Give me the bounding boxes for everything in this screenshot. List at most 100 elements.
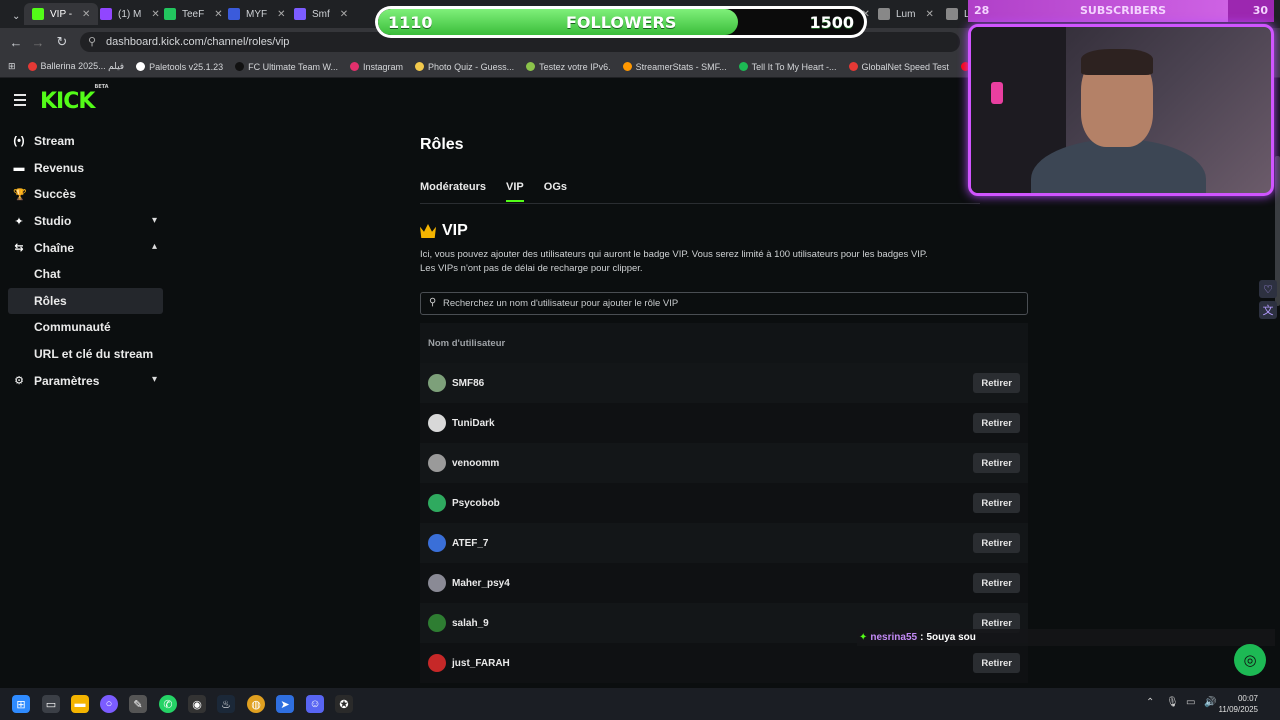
table-row: just_FARAH Retirer bbox=[420, 643, 1028, 683]
bookmark-item[interactable]: StreamerStats - SMF... bbox=[617, 61, 733, 72]
remove-vip-button[interactable]: Retirer bbox=[973, 373, 1020, 393]
sidebar-item-label: Chat bbox=[34, 267, 61, 282]
bookmark-item[interactable]: Testez votre IPv6. bbox=[520, 61, 617, 72]
close-icon[interactable]: ✕ bbox=[277, 9, 285, 20]
menu-icon[interactable] bbox=[14, 94, 28, 106]
app-blue-icon[interactable]: ➤ bbox=[276, 695, 294, 713]
kick-logo[interactable]: KICKBETA bbox=[40, 84, 109, 114]
table-row: venoomm Retirer bbox=[420, 443, 1028, 483]
tray-chevron-icon[interactable]: ⌃ bbox=[1146, 697, 1154, 708]
sidebar-item-param-tres[interactable]: ⚙ Paramètres ▾ bbox=[8, 367, 163, 394]
vip-description: Ici, vous pouvez ajouter des utilisateur… bbox=[420, 249, 928, 274]
remove-vip-button[interactable]: Retirer bbox=[973, 413, 1020, 433]
sidebar-item-studio[interactable]: ✦ Studio ▾ bbox=[8, 208, 163, 235]
sidebar-item-cha-ne[interactable]: ⇆ Chaîne ▴ bbox=[8, 234, 163, 261]
bookmark-item[interactable]: GlobalNet Speed Test bbox=[843, 61, 955, 72]
remove-vip-button[interactable]: Retirer bbox=[973, 453, 1020, 473]
table-row: TuniDark Retirer bbox=[420, 403, 1028, 443]
remove-vip-button[interactable]: Retirer bbox=[973, 653, 1020, 673]
site-info-icon[interactable]: ⚲ bbox=[88, 35, 96, 48]
browser-tab[interactable]: Smf ✕ bbox=[286, 3, 356, 25]
username: venoomm bbox=[452, 457, 500, 469]
mic-icon[interactable]: 🎙 bbox=[1166, 697, 1179, 708]
tab-label: Smf bbox=[312, 8, 330, 20]
chevron-up-icon[interactable]: ▴ bbox=[152, 241, 157, 252]
subscribers-goal-bar: 28 SUBSCRIBERS 30 bbox=[968, 0, 1274, 22]
bookmark-item[interactable]: Instagram bbox=[344, 61, 409, 72]
extension-icon[interactable]: ♡ bbox=[1259, 280, 1277, 298]
sidebar-item-label: Chaîne bbox=[34, 240, 75, 255]
followers-label: FOLLOWERS bbox=[566, 13, 677, 32]
bookmark-item[interactable]: Tell It To My Heart -... bbox=[733, 61, 843, 72]
chevron-down-icon[interactable]: ▾ bbox=[152, 215, 157, 226]
windows-start-icon[interactable]: ⊞ bbox=[12, 695, 30, 713]
vip-search-input[interactable]: ⚲ Recherchez un nom d'utilisateur pour a… bbox=[420, 292, 1028, 315]
channel-icon: ⇆ bbox=[14, 242, 24, 255]
sidebar-item-succ-s[interactable]: 🏆 Succès bbox=[8, 181, 163, 208]
avatar bbox=[428, 414, 446, 432]
sidebar-item-label: Revenus bbox=[34, 160, 85, 175]
avatar bbox=[428, 374, 446, 392]
sidebar-item-r-les[interactable]: Rôles bbox=[8, 287, 163, 315]
remove-vip-button[interactable]: Retirer bbox=[973, 493, 1020, 513]
tab-vip[interactable]: VIP bbox=[506, 181, 524, 202]
chrome-icon[interactable]: ◍ bbox=[247, 695, 265, 713]
system-clock[interactable]: 00:07 11/09/2025 bbox=[1219, 693, 1258, 715]
discord-icon[interactable]: ☺ bbox=[306, 695, 324, 713]
whatsapp-icon[interactable]: ✆ bbox=[159, 695, 177, 713]
support-chat-button[interactable]: ◎ bbox=[1234, 644, 1266, 676]
subscribers-label: SUBSCRIBERS bbox=[1080, 4, 1167, 17]
obs-icon[interactable]: ◉ bbox=[188, 695, 206, 713]
close-icon[interactable]: ✕ bbox=[82, 9, 90, 20]
sidebar-item-stream[interactable]: (•) Stream bbox=[8, 128, 163, 155]
sidebar-item-chat[interactable]: Chat bbox=[8, 261, 163, 288]
chevron-down-icon[interactable]: ▾ bbox=[152, 374, 157, 385]
username: salah_9 bbox=[452, 617, 489, 629]
volume-icon[interactable]: 🔊 bbox=[1204, 697, 1216, 708]
app-circle-icon[interactable]: ○ bbox=[100, 695, 118, 713]
bookmark-item[interactable]: Photo Quiz - Guess... bbox=[409, 61, 520, 72]
browser-tab[interactable]: VIP - ✕ bbox=[24, 3, 99, 25]
sidebar-item-label: Succès bbox=[34, 187, 77, 202]
forward-icon[interactable]: → bbox=[26, 30, 50, 54]
reload-icon[interactable]: ↻ bbox=[50, 30, 74, 54]
tabs-divider bbox=[420, 203, 980, 204]
bookmark-item[interactable]: Ballerina 2025... فيلم bbox=[22, 61, 131, 72]
tab-label: (1) M bbox=[118, 8, 142, 20]
bookmark-item[interactable]: Paletools v25.1.23 bbox=[130, 61, 229, 72]
steam-icon[interactable]: ♨ bbox=[217, 695, 235, 713]
sidebar-item-label: Paramètres bbox=[34, 373, 100, 388]
task-view-icon[interactable]: ▭ bbox=[42, 695, 60, 713]
avatar bbox=[428, 654, 446, 672]
followers-current: 1110 bbox=[388, 13, 433, 32]
remove-vip-button[interactable]: Retirer bbox=[973, 533, 1020, 553]
page-title: Rôles bbox=[420, 136, 464, 153]
sidebar-item-url-et-cl-du-stream[interactable]: URL et clé du stream bbox=[8, 341, 163, 368]
twitch-icon bbox=[100, 8, 112, 20]
page-icon bbox=[946, 8, 958, 20]
notepad-icon[interactable]: ✎ bbox=[129, 695, 147, 713]
browser-tab[interactable]: Lum ✕ bbox=[870, 3, 942, 25]
avatar bbox=[428, 494, 446, 512]
back-icon[interactable]: ← bbox=[4, 30, 28, 54]
display-icon[interactable]: ▭ bbox=[1186, 697, 1195, 708]
browser-tab[interactable]: MYF ✕ bbox=[220, 3, 294, 25]
tab-ogs[interactable]: OGs bbox=[544, 181, 567, 201]
sidebar-item-communaut-[interactable]: Communauté bbox=[8, 314, 163, 341]
close-icon[interactable]: ✕ bbox=[340, 9, 348, 20]
tab-mod-rateurs[interactable]: Modérateurs bbox=[420, 181, 486, 201]
translate-icon[interactable]: 文 bbox=[1259, 301, 1277, 319]
table-row: ATEF_7 Retirer bbox=[420, 523, 1028, 563]
sidebar-item-label: URL et clé du stream bbox=[34, 347, 154, 362]
bookmark-item[interactable]: FC Ultimate Team W... bbox=[229, 61, 344, 72]
file-explorer-icon[interactable]: ▬ bbox=[71, 695, 89, 713]
avatar bbox=[428, 454, 446, 472]
sidebar-item-label: Studio bbox=[34, 214, 72, 229]
apps-icon[interactable]: ⊞ bbox=[0, 61, 22, 72]
vip-section-heading: VIP bbox=[420, 222, 468, 240]
remove-vip-button[interactable]: Retirer bbox=[973, 573, 1020, 593]
username: just_FARAH bbox=[452, 657, 510, 669]
close-icon[interactable]: ✕ bbox=[925, 9, 933, 20]
app-settings-icon[interactable]: ✪ bbox=[335, 695, 353, 713]
sidebar-item-revenus[interactable]: ▬ Revenus bbox=[8, 155, 163, 182]
